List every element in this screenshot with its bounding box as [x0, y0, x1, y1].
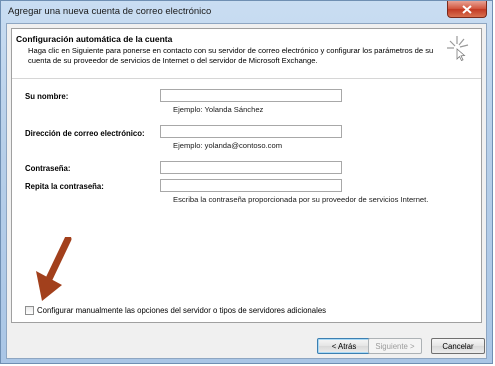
header-divider [12, 78, 481, 79]
email-label: Dirección de correo electrónico: [25, 129, 145, 138]
wizard-header: Configuración automática de la cuenta Ha… [12, 29, 481, 77]
window-title: Agregar una nueva cuenta de correo elect… [8, 6, 212, 17]
email-input[interactable] [160, 125, 342, 138]
password-label: Contraseña: [25, 164, 71, 173]
repeat-password-input[interactable] [160, 179, 342, 192]
repeat-password-label: Repita la contraseña: [25, 182, 104, 191]
dialog-client-area: Configuración automática de la cuenta Ha… [6, 23, 487, 359]
arrow-icon [36, 237, 72, 301]
page-title: Configuración automática de la cuenta [16, 34, 173, 44]
close-button[interactable] [447, 1, 487, 18]
name-label: Su nombre: [25, 92, 69, 101]
manual-config-checkbox[interactable] [25, 306, 34, 315]
name-input[interactable] [160, 89, 342, 102]
sparkle-cursor-icon [447, 36, 469, 61]
title-bar[interactable]: Agregar una nueva cuenta de correo elect… [1, 1, 492, 23]
next-button[interactable]: Siguiente > [368, 338, 422, 354]
cancel-button[interactable]: Cancelar [431, 338, 485, 354]
wizard-panel: Configuración automática de la cuenta Ha… [11, 28, 482, 323]
email-hint: Ejemplo: yolanda@contoso.com [173, 141, 283, 150]
name-hint: Ejemplo: Yolanda Sánchez [173, 105, 264, 114]
dialog-window: Agregar una nueva cuenta de correo elect… [0, 0, 493, 364]
back-button[interactable]: < Atrás [317, 338, 371, 354]
manual-config-label[interactable]: Configurar manualmente las opciones del … [37, 306, 326, 315]
password-hint: Escriba la contraseña proporcionada por … [173, 195, 429, 204]
password-input[interactable] [160, 161, 342, 174]
close-icon [462, 4, 472, 14]
page-description: Haga clic en Siguiente para ponerse en c… [28, 46, 434, 65]
